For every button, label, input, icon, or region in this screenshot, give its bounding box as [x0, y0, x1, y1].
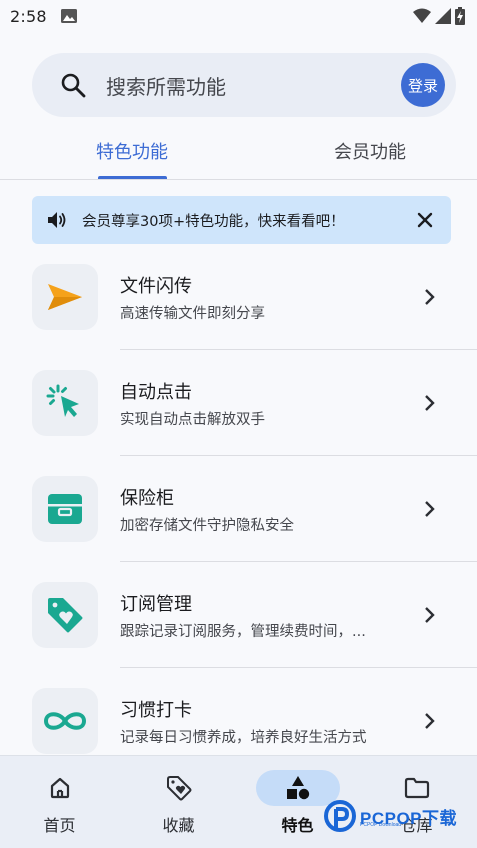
- feature-title: 习惯打卡: [120, 700, 192, 721]
- tag-heart-icon: [166, 776, 191, 801]
- feature-subtitle: 跟踪记录订阅服务，管理续费时间，...: [120, 624, 366, 640]
- banner-text: 会员尊享30项+特色功能，快来看看吧！: [82, 213, 345, 230]
- safe-box-icon: [48, 494, 82, 524]
- status-time: 2:58: [10, 6, 47, 26]
- tag-heart-icon: [48, 598, 83, 633]
- chevron-right-icon: [425, 395, 435, 411]
- feature-title: 订阅管理: [120, 594, 192, 615]
- watermark: PCPOP下载 PCPOP Download: [324, 798, 474, 834]
- feature-subtitle: 高速传输文件即刻分享: [120, 306, 265, 322]
- battery-icon: [455, 7, 465, 25]
- search-placeholder[interactable]: 搜索所需功能: [106, 71, 226, 100]
- feature-item-subscription[interactable]: 订阅管理 跟踪记录订阅服务，管理续费时间，...: [0, 562, 477, 668]
- feature-icon-box: [32, 476, 98, 542]
- search-icon: [61, 73, 86, 98]
- chevron-right-icon: [425, 501, 435, 517]
- home-icon: [50, 777, 69, 799]
- tab-bar: 特色功能 会员功能: [0, 124, 477, 180]
- feature-icon-box: [32, 370, 98, 436]
- shapes-icon: [286, 776, 309, 800]
- tab-member[interactable]: 会员功能: [310, 124, 430, 178]
- feature-title: 自动点击: [120, 382, 192, 403]
- feature-title: 保险柜: [120, 488, 174, 509]
- nav-item-favorites[interactable]: 收藏: [119, 756, 238, 848]
- auto-click-icon: [46, 384, 79, 417]
- feature-subtitle: 记录每日习惯养成，培养良好生活方式: [120, 730, 367, 746]
- image-notification-icon: [60, 9, 77, 23]
- nav-label: 首页: [43, 816, 76, 835]
- send-icon: [48, 284, 82, 310]
- nav-item-home[interactable]: 首页: [0, 756, 119, 848]
- feature-icon-box: [32, 688, 98, 754]
- login-button[interactable]: 登录: [401, 63, 445, 107]
- wifi-icon: [413, 8, 431, 23]
- feature-item-auto-click[interactable]: 自动点击 实现自动点击解放双手: [0, 350, 477, 456]
- feature-icon-box: [32, 264, 98, 330]
- feature-subtitle: 加密存储文件守护隐私安全: [120, 518, 294, 534]
- infinity-icon: [43, 712, 87, 730]
- folder-icon: [404, 777, 429, 799]
- pcpop-logo-icon: [324, 800, 356, 832]
- announcement-banner[interactable]: 会员尊享30项+特色功能，快来看看吧！: [32, 196, 451, 244]
- chevron-right-icon: [425, 607, 435, 623]
- tab-featured[interactable]: 特色功能: [72, 124, 192, 178]
- feature-title: 文件闪传: [120, 276, 192, 297]
- chevron-right-icon: [425, 289, 435, 305]
- feature-icon-box: [32, 582, 98, 648]
- close-icon[interactable]: [415, 210, 435, 230]
- divider: [0, 179, 477, 180]
- status-bar: 2:58: [0, 0, 477, 32]
- chevron-right-icon: [425, 713, 435, 729]
- feature-list: 文件闪传 高速传输文件即刻分享 自动点击 实现自动点击解放双手 保险柜 加密存储…: [0, 244, 477, 774]
- signal-icon: [435, 8, 451, 24]
- watermark-subtext: PCPOP Download: [360, 822, 402, 828]
- search-bar[interactable]: 搜索所需功能 登录: [32, 53, 456, 117]
- feature-item-safe-box[interactable]: 保险柜 加密存储文件守护隐私安全: [0, 456, 477, 562]
- nav-label: 收藏: [162, 816, 195, 835]
- feature-item-file-transfer[interactable]: 文件闪传 高速传输文件即刻分享: [0, 244, 477, 350]
- feature-subtitle: 实现自动点击解放双手: [120, 412, 265, 428]
- speaker-icon: [48, 212, 66, 228]
